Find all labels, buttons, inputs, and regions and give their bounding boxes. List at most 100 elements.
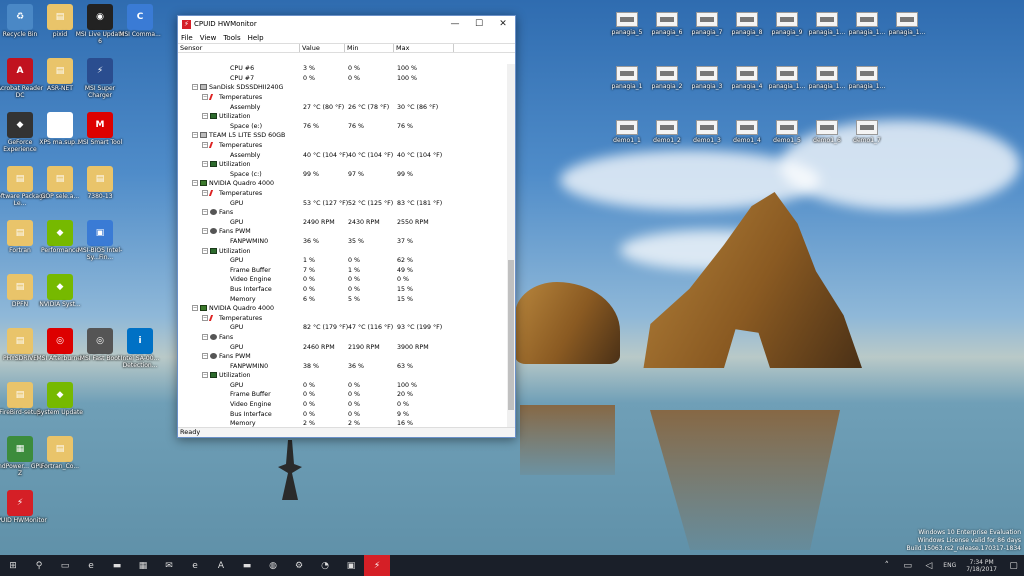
menu-file[interactable]: File [181,34,193,42]
sensor-row[interactable]: − Temperatures [178,313,508,323]
sensor-row[interactable]: − Temperatures [178,93,508,103]
language-indicator[interactable]: ENG [943,562,956,569]
collapse-toggle-icon[interactable]: − [202,333,208,340]
sensor-row[interactable]: GPU 53 °C (127 °F) 52 °C (125 °F) 83 °C (18… [178,198,508,208]
sensor-row[interactable]: Space (e:) 76 % 76 % 76 % [178,122,508,132]
compass-icon[interactable]: ◔ [312,555,338,576]
sensor-row[interactable]: Frame Buffer 7 % 1 % 49 % [178,265,508,275]
collapse-toggle-icon[interactable]: − [202,353,208,360]
network-icon[interactable]: ◍ [260,555,286,576]
network-icon[interactable]: ▭ [897,555,918,576]
desktop-icon[interactable]: ⚡CPUID HWMonitor [0,490,47,524]
desktop-icon[interactable]: ▤ Fortran_Co... [33,436,87,470]
edge-icon[interactable]: e [78,555,104,576]
desktop-icon[interactable]: ⚡ MSI Super Charger [73,58,127,99]
sensor-row[interactable]: − Temperatures [178,141,508,151]
hwmonitor-icon[interactable]: ⚡ [364,555,390,576]
sensor-row[interactable]: Assembly 40 °C (104 °F) 40 °C (104 °F) 40 °… [178,150,508,160]
menu-tools[interactable]: Tools [223,34,240,42]
desktop-icon[interactable]: ▣ MSI-BIOS Intel-Sy...Fin... [73,220,127,261]
sensor-row[interactable]: Space (c:) 99 % 97 % 99 % [178,170,508,180]
collapse-toggle-icon[interactable]: − [202,161,208,168]
store-icon[interactable]: ▦ [130,555,156,576]
menu-help[interactable]: Help [248,34,264,42]
sensor-row[interactable]: − TEAM L5 LITE SSD 60GB [178,131,508,141]
column-sensor[interactable]: Sensor [178,44,300,52]
notification-icon[interactable]: ▢ [1003,555,1024,576]
sensor-row[interactable]: Frame Buffer 0 % 0 % 20 % [178,390,508,400]
collapse-toggle-icon[interactable]: − [192,132,198,139]
minimize-button[interactable]: — [443,19,467,29]
column-min[interactable]: Min [345,44,394,52]
sensor-row[interactable]: − NVIDIA Quadro 4000 [178,304,508,314]
sensor-row[interactable]: Bus Interface 0 % 0 % 9 % [178,409,508,419]
collapse-toggle-icon[interactable]: − [192,305,198,312]
vertical-scrollbar[interactable] [507,64,515,432]
sensor-row[interactable]: Memory 6 % 5 % 15 % [178,294,508,304]
collapse-toggle-icon[interactable]: − [202,209,208,216]
sensor-row[interactable]: GPU 0 % 0 % 100 % [178,381,508,391]
collapse-toggle-icon[interactable]: − [202,190,208,197]
hwmonitor-window[interactable]: ⚡ CPUID HWMonitor — ☐ ✕ File View Tools … [177,15,516,438]
column-max[interactable]: Max [394,44,454,52]
collapse-toggle-icon[interactable]: − [202,142,208,149]
sensor-row[interactable]: − Fans [178,208,508,218]
sensor-row[interactable]: − Utilization [178,246,508,256]
desktop-icon[interactable]: ◆ System Update [33,382,87,416]
image-file-icon[interactable]: panagia_1... [877,12,937,36]
collapse-toggle-icon[interactable]: − [192,180,198,187]
collapse-toggle-icon[interactable]: − [202,113,208,120]
desktop-icon[interactable]: ▤ 7380-13 [73,166,127,200]
menu-view[interactable]: View [200,34,217,42]
sensor-row[interactable]: − SanDisk SDSSDHII240G [178,83,508,93]
desktop-icon[interactable]: M MSI Smart Tool [73,112,127,146]
clock[interactable]: 7:34 PM 7/18/2017 [966,559,997,573]
image-file-icon[interactable]: demo1_7 [837,120,897,144]
sensor-row[interactable]: GPU 1 % 0 % 62 % [178,256,508,266]
sensor-row[interactable]: GPU 2490 RPM 2430 RPM 2550 RPM [178,218,508,228]
image-file-icon[interactable]: panagia_1... [837,66,897,90]
ie-icon[interactable]: e [182,555,208,576]
maximize-button[interactable]: ☐ [467,19,491,29]
sensor-row[interactable]: Video Engine 0 % 0 % 0 % [178,400,508,410]
sensor-row[interactable]: − NVIDIA Quadro 4000 [178,179,508,189]
desktop-icon[interactable]: ◆ NVIDIA Syst... [33,274,87,308]
folder-icon[interactable]: ▬ [234,555,260,576]
scrollbar-thumb[interactable] [508,260,514,410]
sensor-row[interactable]: − Fans PWM [178,352,508,362]
sensor-row[interactable]: FANPWMIN0 38 % 36 % 63 % [178,361,508,371]
collapse-toggle-icon[interactable]: − [202,372,208,379]
start-button[interactable]: ⊞ [0,555,26,576]
sensor-row[interactable]: Video Engine 0 % 0 % 0 % [178,275,508,285]
file-explorer-icon[interactable]: ▬ [104,555,130,576]
column-value[interactable]: Value [300,44,345,52]
sensor-row[interactable]: − Utilization [178,112,508,122]
collapse-toggle-icon[interactable]: − [202,247,208,254]
sensor-row[interactable]: − Utilization [178,160,508,170]
collapse-toggle-icon[interactable]: − [192,84,198,91]
sensor-row[interactable]: − Fans [178,333,508,343]
mail-icon[interactable]: ✉ [156,555,182,576]
sensor-row[interactable]: CPU #6 3 % 0 % 100 % [178,64,508,74]
collapse-toggle-icon[interactable]: − [202,94,208,101]
title-bar[interactable]: ⚡ CPUID HWMonitor — ☐ ✕ [178,16,515,32]
desktop-icon[interactable]: C MSI Comma... [113,4,167,38]
sensor-row[interactable]: − Utilization [178,371,508,381]
volume-icon[interactable]: ◁ [918,555,939,576]
chevron-up-icon[interactable]: ˄ [876,555,897,576]
acrobat-icon[interactable]: A [208,555,234,576]
sensor-tree[interactable]: CPU #6 3 % 0 % 100 % CPU #7 0 % 0 % 100 % − SanDi… [178,64,508,432]
sensor-row[interactable]: GPU 82 °C (179 °F) 47 °C (116 °F) 93 °C (19… [178,323,508,333]
sensor-row[interactable]: GPU 2460 RPM 2190 RPM 3900 RPM [178,342,508,352]
search-icon[interactable]: ⚲ [26,555,52,576]
settings-icon[interactable]: ⚙ [286,555,312,576]
collapse-toggle-icon[interactable]: − [202,314,208,321]
sensor-row[interactable]: Bus Interface 0 % 0 % 15 % [178,285,508,295]
sensor-row[interactable]: − Fans PWM [178,227,508,237]
collapse-toggle-icon[interactable]: − [202,228,208,235]
sensor-row[interactable]: − Temperatures [178,189,508,199]
sensor-row[interactable]: CPU #7 0 % 0 % 100 % [178,74,508,84]
close-button[interactable]: ✕ [491,19,515,29]
desktop-icon[interactable]: i Intel SA-00... Detection... [113,328,167,369]
sensor-row[interactable]: Assembly 27 °C (80 °F) 26 °C (78 °F) 30 °C … [178,102,508,112]
